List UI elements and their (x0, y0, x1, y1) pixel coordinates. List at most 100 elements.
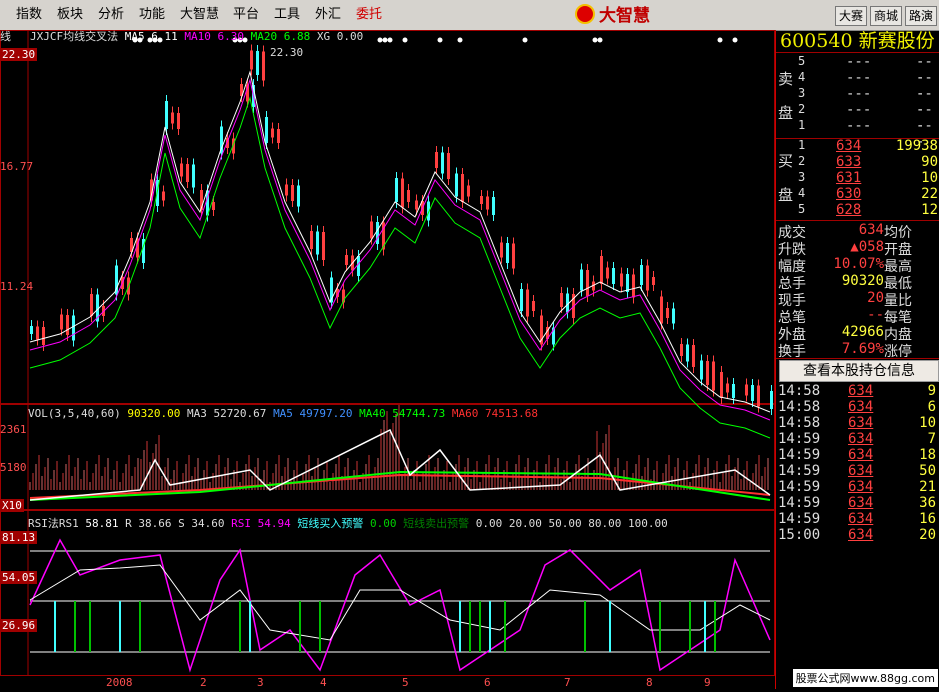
sell-alert-label: 短线卖出预警 (403, 517, 470, 530)
candle-body (751, 385, 754, 401)
tick-volume: 6 (927, 399, 936, 415)
tick-time: 14:59 (778, 479, 821, 495)
bid-level: 5 (798, 202, 806, 216)
menu-item-trade[interactable]: 委托 (356, 5, 382, 25)
ask-side: 5 --- --- 4 --- --- 3 --- --- 2 --- --- 1 --- --- 卖盘 (776, 54, 939, 150)
ask-row[interactable]: 4 --- --- (776, 70, 939, 102)
bid-volume: 22 (921, 186, 938, 202)
bid-row[interactable]: 4 630 22 (776, 186, 939, 202)
candle-body (512, 243, 515, 269)
chart-canvas[interactable] (0, 30, 785, 689)
indicator-name: JXJCF均线交叉法 (30, 30, 119, 43)
tick-price: 634 (848, 383, 874, 399)
ask-row[interactable]: 1 --- --- (776, 118, 939, 150)
menu-item-platform[interactable]: 平台 (233, 5, 259, 25)
menu-item-tools[interactable]: 工具 (274, 5, 300, 25)
ask-row[interactable]: 3 --- --- (776, 86, 939, 118)
stat-row: 现手 20 量比 (776, 290, 939, 309)
candle-body (660, 296, 663, 324)
signal-dot (437, 37, 443, 43)
candle-body (322, 232, 325, 260)
candle-body (757, 385, 760, 407)
tick-row: 14:59 634 50 (776, 463, 939, 479)
ask-price: --- (846, 70, 872, 86)
rs1-value: 58.81 (85, 517, 119, 530)
stat-row: 升跌 ▲058 开盘 (776, 239, 939, 258)
candle-body (376, 222, 379, 244)
bid-price: 633 (836, 154, 862, 170)
candle-body (370, 221, 373, 239)
mall-button[interactable]: 商城 (870, 6, 903, 26)
menu-item-function[interactable]: 功能 (139, 5, 165, 25)
tick-row: 14:59 634 16 (776, 511, 939, 527)
ask-level: 1 (798, 118, 806, 132)
bid-volume: 10 (921, 170, 938, 186)
candle-body (680, 344, 683, 356)
tick-time: 14:59 (778, 431, 821, 447)
x-label-8: 8 (646, 676, 653, 689)
x-label-5: 5 (402, 676, 409, 689)
brand-logo: 大智慧 (575, 4, 650, 26)
view-holdings-button[interactable]: 查看本股持仓信息 (779, 360, 939, 382)
candle-body (692, 345, 695, 367)
tick-volume: 36 (919, 495, 936, 511)
bid-level: 1 (798, 138, 806, 152)
ask-row[interactable]: 5 --- --- (776, 54, 939, 86)
signal-dot (377, 37, 383, 43)
candle-body (626, 274, 629, 292)
bid-row[interactable]: 1 634 19938 (776, 138, 939, 154)
candle-body (560, 293, 563, 307)
candle-body (447, 153, 450, 179)
menu-item-sector[interactable]: 板块 (57, 5, 83, 25)
ask-row[interactable]: 2 --- --- (776, 102, 939, 134)
stat-row: 成交 634 均价 (776, 222, 939, 241)
menu-item-dzh[interactable]: 大智慧 (180, 5, 219, 25)
candle-body (177, 113, 180, 129)
candle-body (316, 231, 319, 255)
bid-price: 631 (836, 170, 862, 186)
candle-body (162, 191, 165, 201)
tick-price: 634 (848, 447, 874, 463)
bid-level: 2 (798, 154, 806, 168)
candle-body (640, 265, 643, 285)
rsi-levels: 0.00 20.00 50.00 80.00 100.00 (475, 517, 668, 530)
candle-body (277, 129, 280, 143)
tick-row: 14:59 634 36 (776, 495, 939, 511)
tick-price: 634 (848, 415, 874, 431)
stat-value: 42966 (841, 324, 884, 340)
roadshow-button[interactable]: 路演 (905, 6, 938, 26)
tick-time: 14:58 (778, 399, 821, 415)
stat-row: 总手 90320 最低 (776, 273, 939, 292)
tick-volume: 21 (919, 479, 936, 495)
tick-row: 14:58 634 6 (776, 399, 939, 415)
candle-body (532, 301, 535, 311)
menu-item-index[interactable]: 指数 (16, 5, 42, 25)
bid-row[interactable]: 5 628 12 (776, 202, 939, 218)
rsi-value: RSI 54.94 (231, 517, 291, 530)
stat-value: 90320 (841, 273, 884, 289)
tick-volume: 7 (927, 431, 936, 447)
candle-body (606, 267, 609, 279)
contest-button[interactable]: 大赛 (835, 6, 868, 26)
tick-volume: 50 (919, 463, 936, 479)
x-label-2: 2 (200, 676, 207, 689)
candle-body (492, 197, 495, 215)
bid-row[interactable]: 2 633 90 (776, 154, 939, 170)
bid-row[interactable]: 3 631 10 (776, 170, 939, 186)
candle-body (461, 174, 464, 202)
menu-item-analysis[interactable]: 分析 (98, 5, 124, 25)
signal-dot (387, 37, 393, 43)
chart-area[interactable]: JXJCF均线交叉法 MA5 6.11 MA10 6.30 MA20 6.88 … (0, 30, 785, 689)
candle-body (401, 178, 404, 208)
ask-level: 4 (798, 70, 806, 84)
tick-volume: 18 (919, 447, 936, 463)
menu-item-forex[interactable]: 外汇 (315, 5, 341, 25)
candle-body (192, 164, 195, 188)
stat-row: 换手 7.69% 涨停 (776, 341, 939, 360)
stat-row: 总笔 -- 每笔 (776, 307, 939, 326)
candle-body (262, 51, 265, 81)
menu-bar: 指数 板块 分析 功能 大智慧 平台 工具 外汇 委托 大智慧 大赛 商城 路演 (0, 0, 939, 31)
vol-ma5: MA5 49797.20 (273, 407, 353, 420)
candle-body (291, 185, 294, 201)
tick-row: 14:58 634 10 (776, 415, 939, 431)
